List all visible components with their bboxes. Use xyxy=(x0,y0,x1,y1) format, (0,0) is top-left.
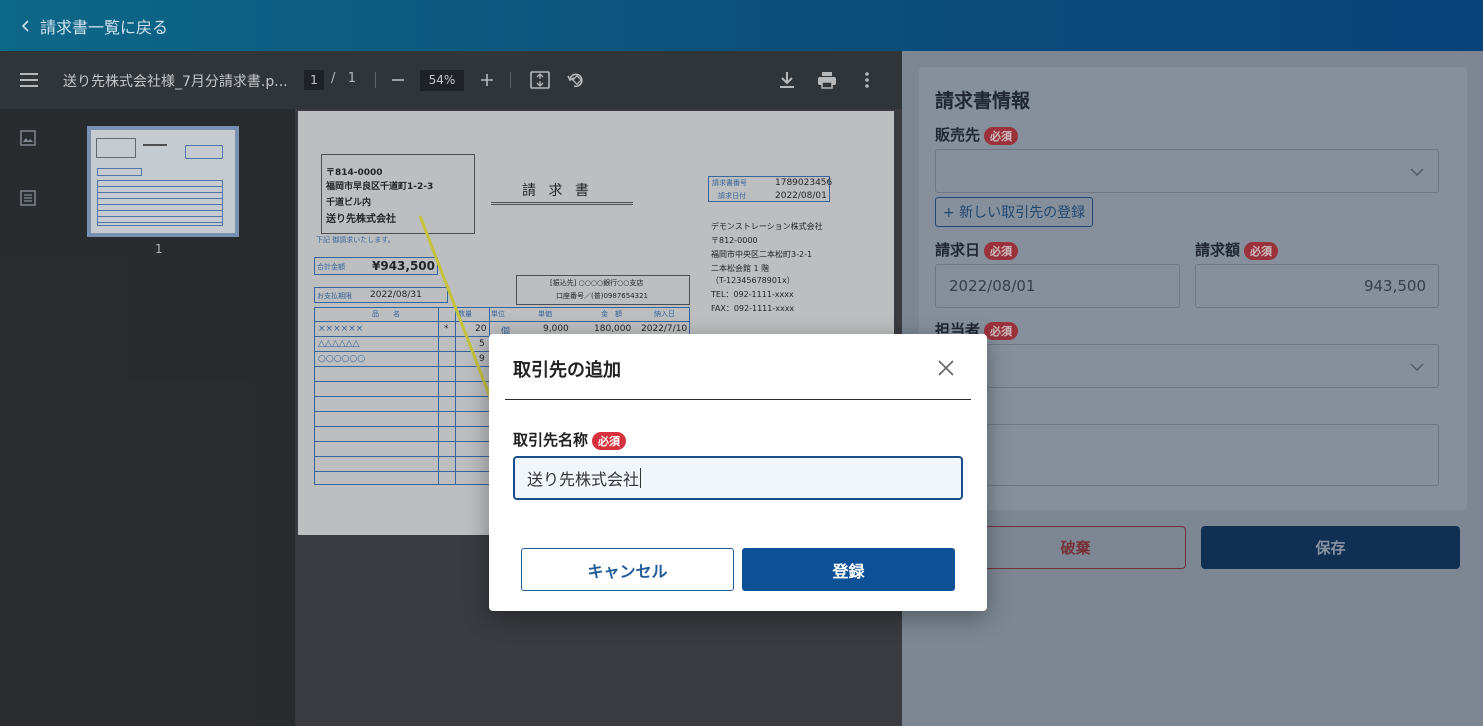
page-number-input[interactable]: 1 xyxy=(304,70,324,90)
thumbnail-page-number: 1 xyxy=(155,242,163,256)
required-badge: 必須 xyxy=(984,126,1019,145)
invoice-date-label: 請求日 必須 xyxy=(935,239,1019,260)
invoice-date-label-text: 請求日 xyxy=(935,241,981,259)
chevron-down-icon xyxy=(1410,357,1424,375)
more-options-icon[interactable] xyxy=(855,68,879,92)
top-header: 請求書一覧に戻る xyxy=(0,0,1483,51)
partner-name-label-text: 取引先名称 xyxy=(513,431,589,449)
toolbar-divider xyxy=(375,72,376,88)
zoom-level[interactable]: 54% xyxy=(420,70,464,91)
page-total: / 1 xyxy=(331,71,356,86)
viewer-toolbar: 送り先株式会社様_7月分請求書.p... 1 / 1 54% xyxy=(0,51,902,109)
memo-textarea[interactable] xyxy=(935,424,1439,486)
page-total-count: 1 xyxy=(347,71,357,86)
back-link[interactable]: 請求書一覧に戻る xyxy=(40,14,168,38)
required-badge: 必須 xyxy=(984,321,1019,340)
text-cursor xyxy=(640,468,642,488)
invoice-date-value: 2022/08/01 xyxy=(949,277,1036,295)
fit-page-icon[interactable] xyxy=(528,68,552,92)
page-thumbnail[interactable] xyxy=(87,126,239,237)
partner-name-input[interactable]: 送り先株式会社 xyxy=(513,456,963,500)
download-icon[interactable] xyxy=(775,68,799,92)
required-badge: 必須 xyxy=(592,431,627,450)
print-icon[interactable] xyxy=(815,68,839,92)
amount-label: 請求額 必須 xyxy=(1195,239,1279,260)
close-icon[interactable] xyxy=(935,357,957,379)
thumbnail-preview xyxy=(91,130,235,233)
seller-label: 販売先 必須 xyxy=(935,124,1019,145)
amount-label-text: 請求額 xyxy=(1195,241,1241,259)
toolbar-divider xyxy=(510,72,511,88)
register-button[interactable]: 登録 xyxy=(742,548,955,591)
page-separator: / xyxy=(331,71,336,86)
cancel-button[interactable]: キャンセル xyxy=(521,548,734,591)
zoom-in-icon[interactable] xyxy=(475,68,499,92)
partner-name-label: 取引先名称 必須 xyxy=(513,429,627,450)
invoice-date-input[interactable]: 2022/08/01 xyxy=(935,264,1180,308)
amount-value: 943,500 xyxy=(1363,277,1426,295)
dialog-divider xyxy=(505,399,971,400)
chevron-left-icon[interactable] xyxy=(16,16,36,36)
chevron-down-icon xyxy=(1410,162,1424,180)
save-button[interactable]: 保存 xyxy=(1201,526,1460,569)
seller-select[interactable] xyxy=(935,149,1439,193)
assignee-select[interactable] xyxy=(935,344,1439,388)
discard-button[interactable]: 破棄 xyxy=(965,526,1186,569)
amount-input[interactable]: 943,500 xyxy=(1195,264,1439,308)
required-badge: 必須 xyxy=(1244,241,1279,260)
seller-label-text: 販売先 xyxy=(935,126,981,144)
file-name: 送り先株式会社様_7月分請求書.p... xyxy=(63,74,288,90)
menu-icon[interactable] xyxy=(17,68,41,92)
partner-name-value: 送り先株式会社 xyxy=(527,470,640,489)
image-icon[interactable] xyxy=(20,130,36,150)
section-title: 請求書情報 xyxy=(935,90,1031,112)
zoom-out-icon[interactable] xyxy=(386,68,410,92)
thumbnail-sidebar: 1 xyxy=(0,109,295,726)
add-partner-dialog: 取引先の追加 取引先名称 必須 送り先株式会社 キャンセル 登録 xyxy=(489,334,987,611)
new-partner-button[interactable]: + 新しい取引先の登録 xyxy=(935,197,1093,227)
outline-icon[interactable] xyxy=(20,190,36,210)
required-badge: 必須 xyxy=(984,241,1019,260)
dialog-title: 取引先の追加 xyxy=(513,360,621,381)
rotate-icon[interactable] xyxy=(564,68,588,92)
